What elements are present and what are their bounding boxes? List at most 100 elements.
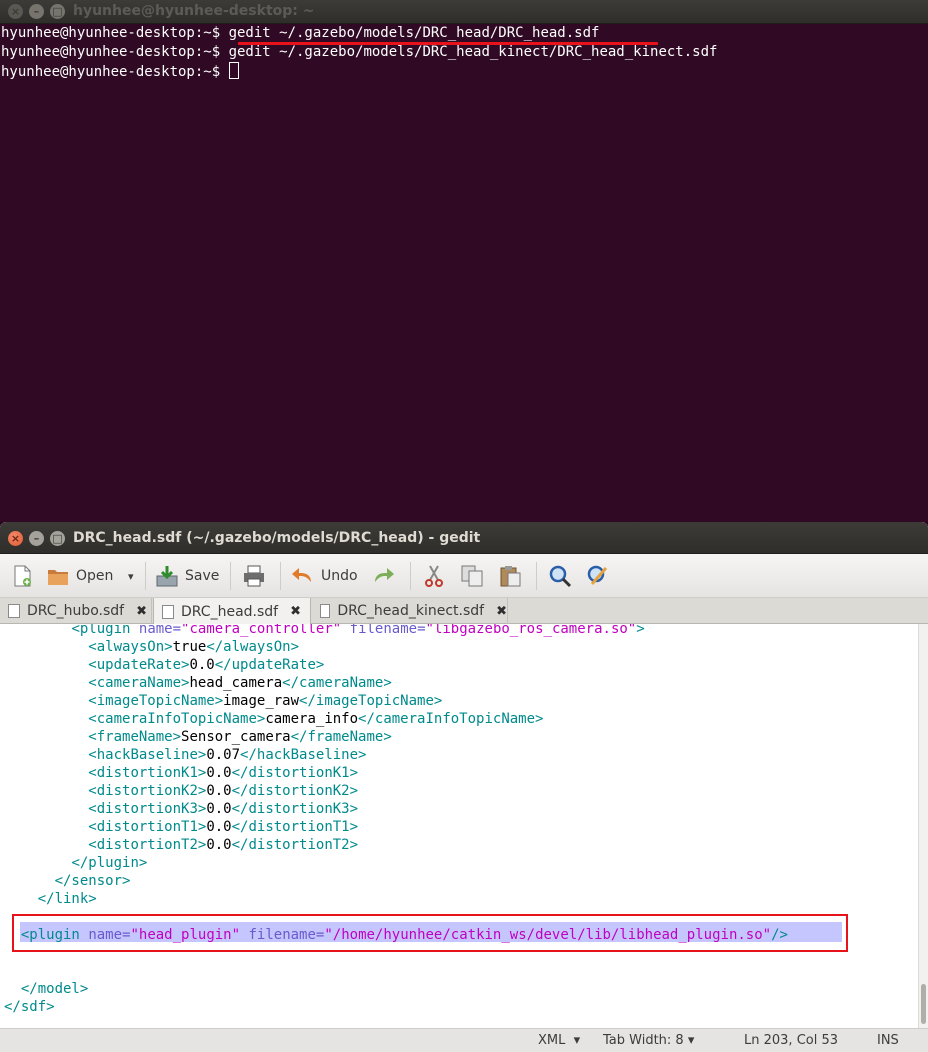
status-bar: XML ▾ Tab Width: 8 ▾ Ln 203, Col 53 INS [0, 1028, 928, 1052]
scrollbar-thumb[interactable] [921, 984, 926, 1024]
terminal-line: hyunhee@hyunhee-desktop:~$ gedit ~/.gaze… [1, 43, 928, 62]
print-button[interactable] [242, 563, 266, 589]
document-icon [162, 604, 174, 619]
tab-label: DRC_head_kinect.sdf [337, 603, 485, 619]
code-line: </sensor> [54, 873, 131, 889]
toolbar-separator [536, 562, 537, 590]
code-line: </link> [37, 891, 97, 907]
document-icon [320, 604, 331, 618]
open-dropdown-button[interactable]: ▾ [128, 563, 134, 589]
code-line: <distortionT1>0.0</distortionT1> [88, 819, 359, 835]
tab-label: DRC_hubo.sdf [27, 603, 125, 619]
maximize-icon[interactable]: □ [50, 531, 65, 546]
clipboard-icon [498, 564, 522, 588]
toolbar-separator [410, 562, 411, 590]
undo-arrow-icon [291, 564, 315, 588]
terminal-prompt: hyunhee@hyunhee-desktop:~$ [1, 25, 229, 41]
insert-mode: INS [877, 1033, 899, 1048]
code-line: <distortionK2>0.0</distortionK2> [88, 783, 359, 799]
code-line: <distortionK3>0.0</distortionK3> [88, 801, 359, 817]
open-label: Open [76, 568, 114, 584]
terminal-titlebar[interactable]: × – □ hyunhee@hyunhee-desktop: ~ [0, 0, 928, 24]
redo-arrow-icon [371, 564, 395, 588]
folder-icon [46, 564, 70, 588]
save-label: Save [185, 568, 220, 584]
code-line: </model> [20, 981, 89, 997]
terminal-command: gedit ~/.gazebo/models/DRC_head/DRC_head… [228, 25, 600, 41]
toolbar-separator [280, 562, 281, 590]
printer-icon [242, 564, 266, 588]
terminal-output[interactable]: hyunhee@hyunhee-desktop:~$ gedit ~/.gaze… [0, 24, 928, 522]
close-icon[interactable]: ✖ [290, 604, 301, 619]
chevron-down-icon: ▾ [573, 1033, 581, 1048]
gedit-titlebar[interactable]: × – □ DRC_head.sdf (~/.gazebo/models/DRC… [0, 522, 928, 554]
copy-icon [460, 564, 484, 588]
code-line: <distortionT2>0.0</distortionT2> [88, 837, 359, 853]
terminal-cursor [228, 62, 239, 79]
gedit-title: DRC_head.sdf (~/.gazebo/models/DRC_head)… [73, 530, 481, 546]
code-line: <alwaysOn>true</alwaysOn> [88, 639, 300, 655]
code-line: <cameraName>head_camera</cameraName> [88, 675, 392, 691]
minimize-icon[interactable]: – [29, 4, 44, 19]
new-document-icon [10, 564, 34, 588]
minimize-icon[interactable]: – [29, 531, 44, 546]
tab-drc-hubo[interactable]: DRC_hubo.sdf ✖ [0, 598, 152, 624]
document-icon [8, 604, 20, 618]
code-line: <plugin name="head_plugin" filename="/ho… [20, 927, 788, 943]
scissors-icon [422, 564, 446, 588]
terminal-line: hyunhee@hyunhee-desktop:~$ [1, 62, 928, 81]
toolbar-separator [230, 562, 231, 590]
maximize-icon[interactable]: □ [50, 4, 65, 19]
language-selector[interactable]: XML ▾ [538, 1033, 580, 1048]
cursor-position: Ln 203, Col 53 [744, 1033, 839, 1048]
find-button[interactable] [548, 563, 572, 589]
text-editor[interactable]: <plugin name="camera_controller" filenam… [0, 624, 918, 1028]
tab-width-selector[interactable]: Tab Width: 8 ▾ [603, 1033, 694, 1048]
copy-button[interactable] [460, 563, 484, 589]
code-line: <cameraInfoTopicName>camera_info</camera… [88, 711, 544, 727]
code-line: <hackBaseline>0.07</hackBaseline> [88, 747, 367, 763]
search-icon [548, 564, 572, 588]
undo-button[interactable]: Undo [291, 563, 358, 589]
toolbar: Open ▾ Save Undo [0, 554, 928, 598]
code-line: </plugin> [71, 855, 148, 871]
code-line: <imageTopicName>image_raw</imageTopicNam… [88, 693, 443, 709]
editor-scrollbar[interactable] [918, 624, 928, 1028]
gedit-window: × – □ DRC_head.sdf (~/.gazebo/models/DRC… [0, 522, 928, 1052]
chevron-down-icon: ▾ [687, 1033, 695, 1048]
save-button[interactable]: Save [155, 563, 219, 589]
annotation-underline [238, 42, 658, 45]
terminal-prompt: hyunhee@hyunhee-desktop:~$ [1, 64, 229, 80]
undo-label: Undo [321, 568, 358, 584]
language-label: XML [538, 1033, 566, 1048]
terminal-title: hyunhee@hyunhee-desktop: ~ [73, 3, 315, 19]
code-line: <updateRate>0.0</updateRate> [88, 657, 325, 673]
document-tabs: DRC_hubo.sdf ✖ DRC_head.sdf ✖ DRC_head_k… [0, 598, 928, 625]
chevron-down-icon: ▾ [128, 569, 134, 583]
tab-drc-head-kinect[interactable]: DRC_head_kinect.sdf ✖ [312, 598, 508, 624]
tab-drc-head[interactable]: DRC_head.sdf ✖ [153, 598, 311, 625]
terminal-window: × – □ hyunhee@hyunhee-desktop: ~ hyunhee… [0, 0, 928, 522]
find-replace-button[interactable] [586, 563, 610, 589]
cut-button[interactable] [422, 563, 446, 589]
redo-button[interactable] [371, 563, 395, 589]
code-line: <distortionK1>0.0</distortionK1> [88, 765, 359, 781]
close-icon[interactable]: × [8, 531, 23, 546]
terminal-prompt: hyunhee@hyunhee-desktop:~$ [1, 44, 229, 60]
new-document-button[interactable] [10, 563, 34, 589]
toolbar-separator [145, 562, 146, 590]
tab-label: DRC_head.sdf [181, 603, 279, 620]
close-icon[interactable]: ✖ [496, 604, 507, 619]
paste-button[interactable] [498, 563, 522, 589]
tab-width-label: Tab Width: 8 [603, 1033, 684, 1048]
find-replace-icon [586, 564, 610, 588]
code-line: </sdf> [4, 999, 55, 1015]
code-line: <frameName>Sensor_camera</frameName> [88, 729, 392, 745]
close-icon[interactable]: ✖ [136, 604, 147, 619]
terminal-command: gedit ~/.gazebo/models/DRC_head_kinect/D… [228, 44, 718, 60]
open-button[interactable]: Open [46, 563, 113, 589]
save-icon [155, 564, 179, 588]
code-line: <plugin name="camera_controller" filenam… [71, 624, 645, 637]
terminal-line: hyunhee@hyunhee-desktop:~$ gedit ~/.gaze… [1, 24, 928, 43]
close-icon[interactable]: × [8, 4, 23, 19]
